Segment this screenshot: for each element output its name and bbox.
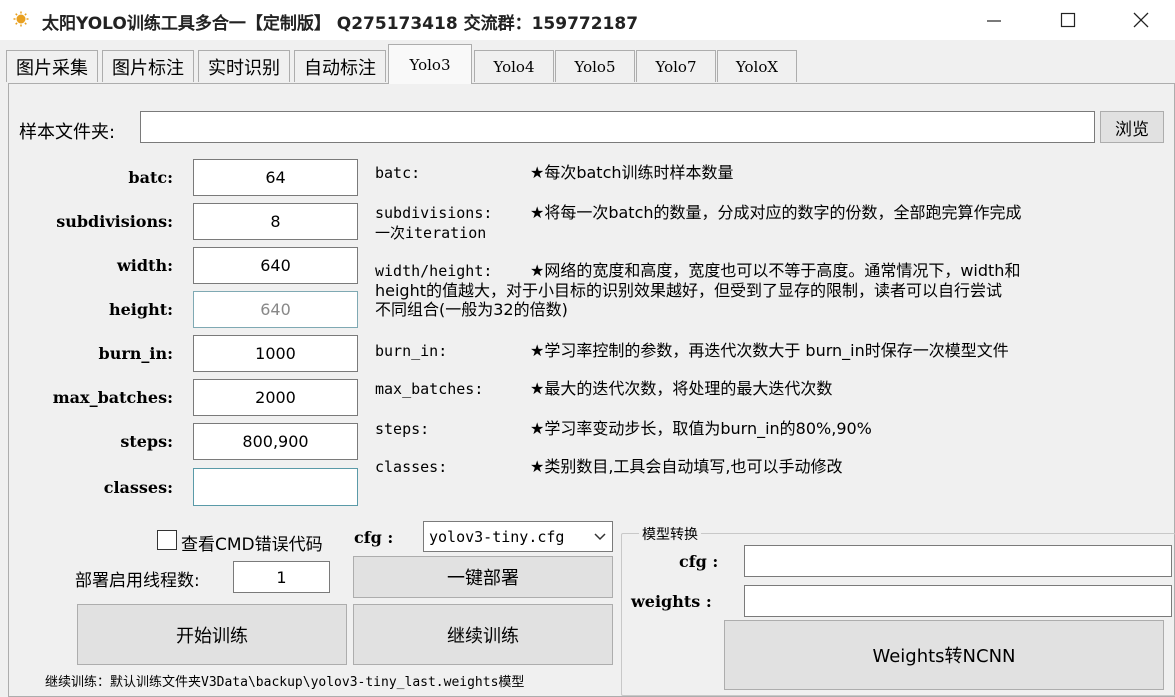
convert-weights-input[interactable] <box>744 585 1172 617</box>
model-convert-title: 模型转换 <box>639 524 701 544</box>
width-label: width: <box>117 256 173 275</box>
cmd-error-checkbox[interactable] <box>157 530 177 550</box>
close-icon <box>1133 12 1149 28</box>
steps-input[interactable]: 800,900 <box>193 423 358 460</box>
desc-key-subdivisions: subdivisions: <box>375 204 493 222</box>
batc-label: batc: <box>128 168 173 187</box>
desc-subdivisions-cont: 一次iteration <box>375 224 487 242</box>
desc-subdivisions: ★将每一次batch的数量，分成对应的数字的份数，全部跑完算作完成 <box>530 203 1022 222</box>
desc-burn-in: ★学习率控制的参数，再迭代次数大于 burn_in时保存一次模型文件 <box>530 341 1009 360</box>
tab-yolox[interactable]: YoloX <box>717 50 797 82</box>
tab-yolo7[interactable]: Yolo7 <box>636 50 716 82</box>
desc-key-width-height: width/height: <box>375 262 493 280</box>
burn-in-label: burn_in: <box>98 344 174 363</box>
desc-key-steps: steps: <box>375 420 430 438</box>
height-input[interactable]: 640 <box>193 291 358 328</box>
width-input[interactable]: 640 <box>193 247 358 284</box>
desc-max-batches: ★最大的迭代次数，将处理的最大迭代次数 <box>530 379 833 398</box>
subdivisions-label: subdivisions: <box>56 212 173 231</box>
subdivisions-input[interactable]: 8 <box>193 203 358 240</box>
chevron-down-icon <box>594 533 606 541</box>
tab-auto-annotate[interactable]: 自动标注 <box>294 50 386 82</box>
start-training-button[interactable]: 开始训练 <box>77 604 347 665</box>
minimize-button[interactable] <box>965 0 1023 40</box>
sun-app-icon <box>13 11 29 27</box>
height-label: height: <box>108 300 173 319</box>
close-button[interactable] <box>1112 0 1170 40</box>
cfg-select-value: yolov3-tiny.cfg <box>429 527 565 546</box>
continue-training-button[interactable]: 继续训练 <box>353 604 613 665</box>
maximize-button[interactable] <box>1039 0 1097 40</box>
desc-width-height: ★网络的宽度和高度，宽度也可以不等于高度。通常情况下，width和 <box>530 261 1021 280</box>
desc-steps: ★学习率变动步长，取值为burn_in的80%,90% <box>530 419 872 438</box>
cfg-select[interactable]: yolov3-tiny.cfg <box>423 521 613 552</box>
desc-key-max-batches: max_batches: <box>375 380 484 398</box>
steps-label: steps: <box>120 432 173 451</box>
browse-button[interactable]: 浏览 <box>1100 111 1164 143</box>
threads-label: 部署启用线程数: <box>75 571 200 591</box>
convert-cfg-label: cfg : <box>679 552 719 571</box>
window-title: 太阳YOLO训练工具多合一【定制版】 Q275173418 交流群：159772… <box>42 14 639 34</box>
weights-to-ncnn-button[interactable]: Weights转NCNN <box>724 620 1164 690</box>
threads-input[interactable]: 1 <box>233 561 330 593</box>
title-bar: 太阳YOLO训练工具多合一【定制版】 Q275173418 交流群：159772… <box>0 0 1175 40</box>
burn-in-input[interactable]: 1000 <box>193 335 358 372</box>
desc-key-classes: classes: <box>375 458 448 476</box>
desc-key-batc: batc: <box>375 164 421 182</box>
tab-yolo3[interactable]: Yolo3 <box>388 44 472 84</box>
classes-label: classes: <box>103 478 173 497</box>
maximize-icon <box>1060 12 1076 28</box>
classes-input[interactable] <box>193 468 358 506</box>
desc-width-height-cont2: 不同组合(一般为32的倍数) <box>375 300 568 319</box>
tab-yolo5[interactable]: Yolo5 <box>555 50 635 82</box>
minimize-icon <box>987 20 1001 22</box>
cfg-select-label: cfg : <box>354 528 394 547</box>
max-batches-input[interactable]: 2000 <box>193 379 358 416</box>
sample-folder-label: 样本文件夹: <box>19 122 116 143</box>
desc-batc: ★每次batch训练时样本数量 <box>530 163 734 182</box>
desc-classes: ★类别数目,工具会自动填写,也可以手动修改 <box>530 457 843 476</box>
convert-cfg-input[interactable] <box>744 545 1172 577</box>
cmd-error-label: 查看CMD错误代码 <box>181 535 323 555</box>
continue-training-hint: 继续训练：默认训练文件夹V3Data\backup\yolov3-tiny_la… <box>45 675 525 690</box>
tab-yolo4[interactable]: Yolo4 <box>474 50 554 82</box>
batc-input[interactable]: 64 <box>193 159 358 196</box>
max-batches-label: max_batches: <box>52 388 173 407</box>
tab-image-capture[interactable]: 图片采集 <box>6 50 98 82</box>
one-click-deploy-button[interactable]: 一键部署 <box>353 556 613 598</box>
yolo3-panel: 样本文件夹: 浏览 batc: subdivisions: width: hei… <box>8 83 1175 697</box>
desc-width-height-cont: height的值越大，对于小目标的识别效果越好，但受到了显存的限制，读者可以自行… <box>375 281 1003 300</box>
tab-realtime-detect[interactable]: 实时识别 <box>198 50 290 82</box>
desc-key-burn-in: burn_in: <box>375 342 448 360</box>
sample-folder-input[interactable] <box>140 111 1095 143</box>
tab-image-annotate[interactable]: 图片标注 <box>102 50 194 82</box>
convert-weights-label: weights : <box>631 592 712 611</box>
